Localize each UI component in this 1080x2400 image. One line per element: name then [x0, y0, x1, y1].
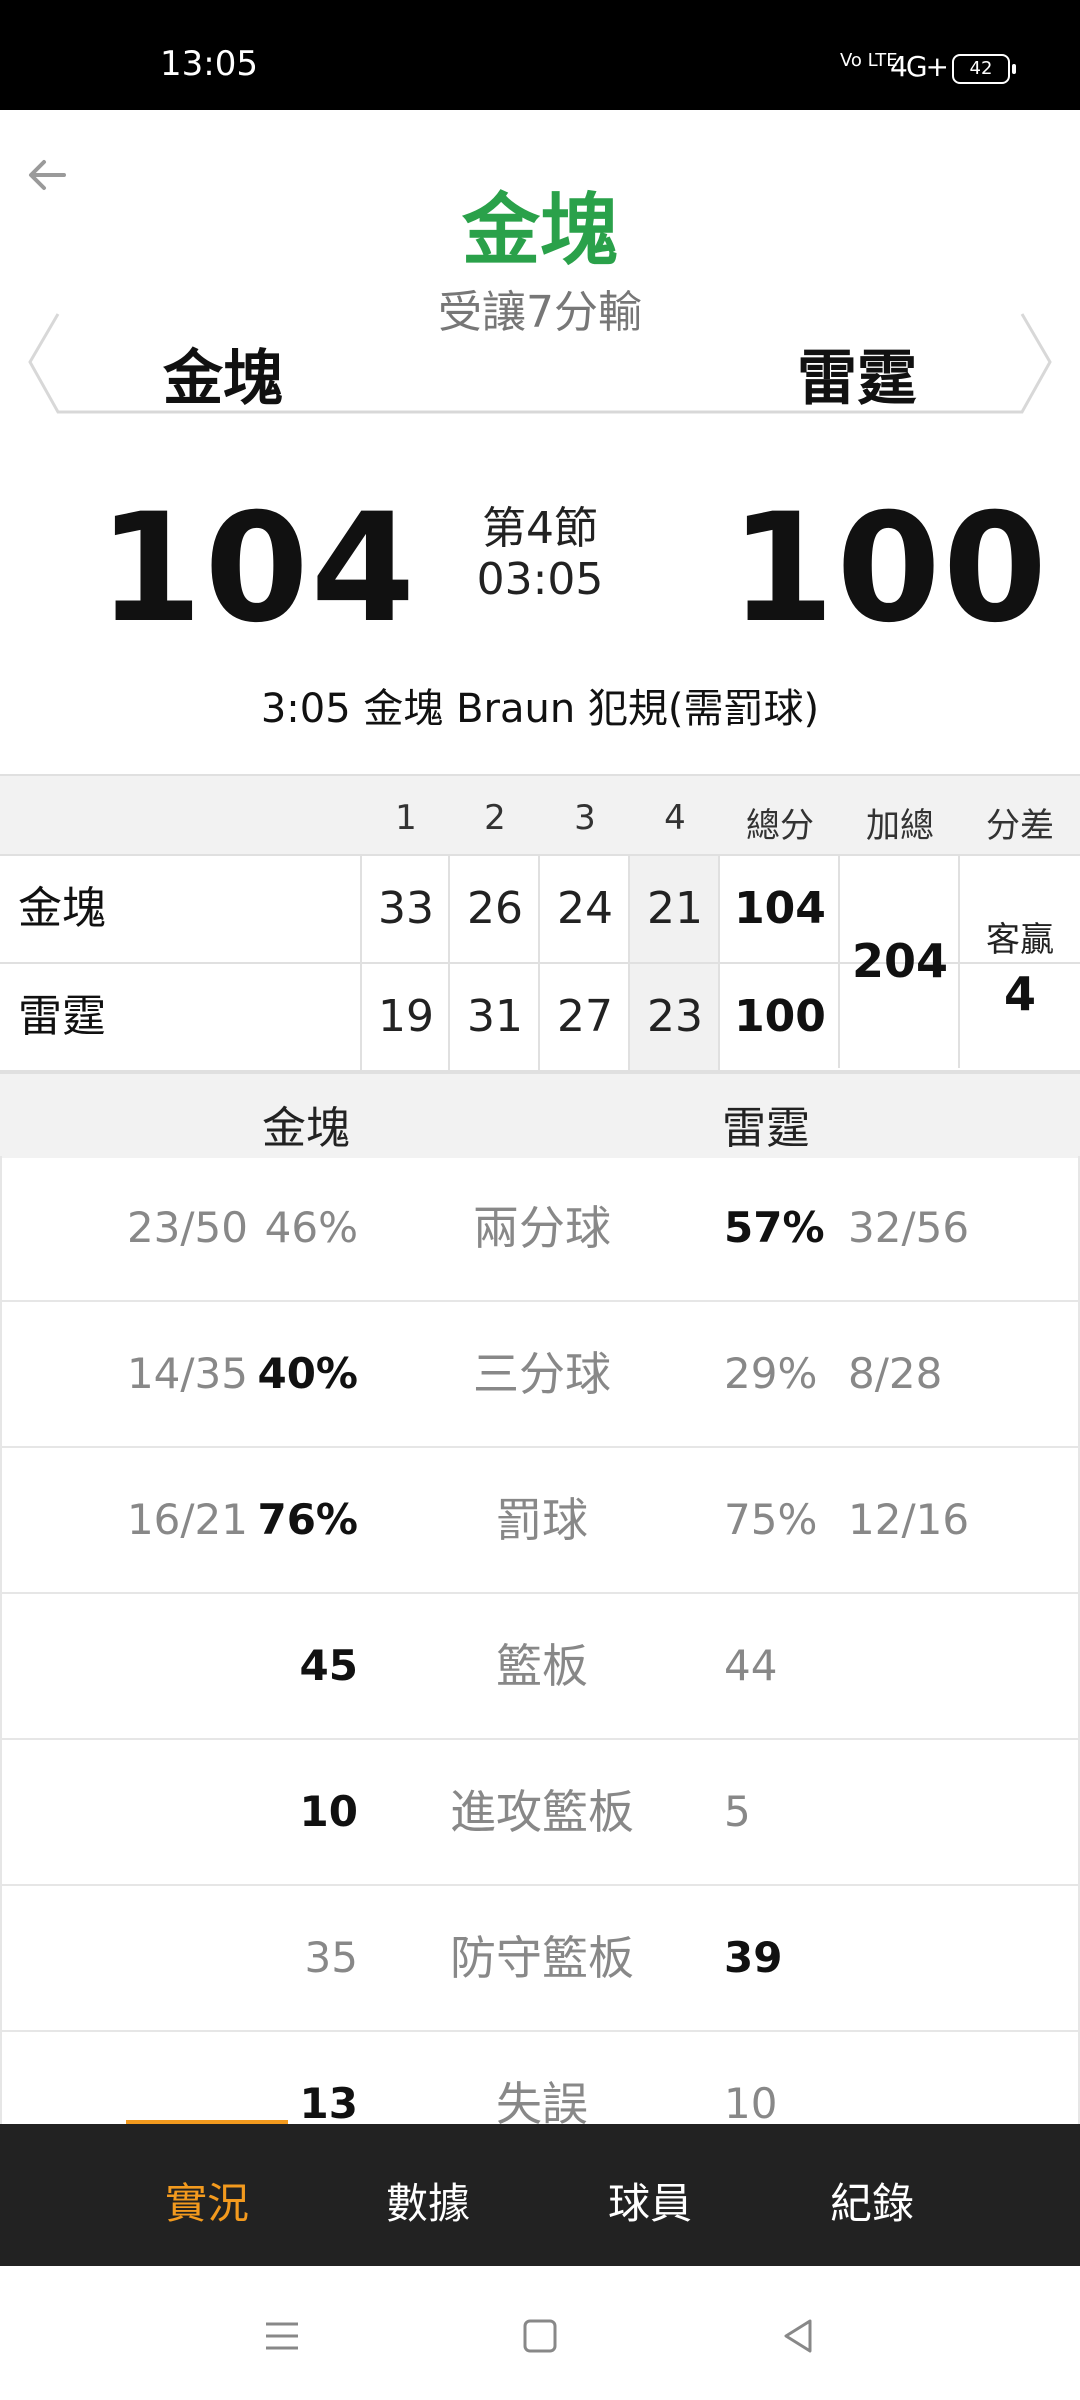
point-diff-value: 4 [1003, 967, 1036, 1021]
stat-right-value: 29% [724, 1349, 818, 1398]
stat-right-fraction: 32/56 [848, 1203, 970, 1252]
stats-team-right: 雷霆 [722, 1103, 810, 1154]
team-left-name: 金塊 [163, 344, 283, 414]
stats-team-left: 金塊 [262, 1103, 350, 1154]
score-right: 100 [730, 482, 1050, 656]
stat-label: 失誤 [496, 2077, 588, 2124]
status-bar: 13:05 Vo LTE 4G+ 42 [0, 0, 1080, 110]
page-title: 金塊 [461, 186, 618, 276]
home-icon[interactable] [520, 2316, 560, 2360]
quarter-header: 4 [664, 798, 686, 838]
stats-list: 23/50 46% 兩分球 57% 32/56 14/35 40% 三分球 29% 8/28 16/… [0, 1156, 1080, 2124]
stat-label: 進攻籃板 [450, 1785, 634, 1839]
quarter-header: 2 [484, 798, 506, 838]
quarter-header-row: 1 2 3 4 總分 加總 分差 [0, 776, 1080, 856]
system-nav-bar [0, 2266, 1080, 2400]
stat-right-value: 57% [724, 1203, 825, 1252]
tab-records[interactable]: 紀錄 [772, 2170, 972, 2231]
total-score: 100 [718, 964, 840, 1070]
tab-live[interactable]: 實況 [107, 2170, 307, 2231]
stat-row: 16/21 76% 罰球 75% 12/16 [0, 1448, 1080, 1594]
total-header: 總分 [746, 806, 814, 846]
point-diff: 客贏 4 [958, 854, 1080, 1068]
quarter-score: 33 [360, 856, 450, 962]
stat-right-value: 39 [724, 1933, 783, 1982]
stat-row: 13 失誤 10 [0, 2032, 1080, 2124]
diff-header: 分差 [986, 806, 1054, 846]
stat-right-fraction: 12/16 [848, 1495, 970, 1544]
battery-icon: 42 [952, 54, 1016, 84]
stat-row: 14/35 40% 三分球 29% 8/28 [0, 1302, 1080, 1448]
stat-row: 45 籃板 44 [0, 1594, 1080, 1740]
team-right-name: 雷霆 [797, 344, 917, 414]
signal-icon: 4G+ [890, 50, 949, 83]
stats-header: 金塊 雷霆 [0, 1072, 1080, 1158]
stat-right-value: 44 [724, 1641, 778, 1690]
stat-row: 35 防守籃板 39 [0, 1886, 1080, 2032]
team-name: 金塊 [18, 883, 106, 934]
total-score: 104 [718, 856, 840, 962]
stat-label: 籃板 [496, 1639, 588, 1693]
combined-total-value: 204 [851, 934, 949, 988]
quarter-score: 23 [628, 964, 720, 1070]
quarter-score: 21 [628, 856, 720, 962]
quarter-score: 19 [360, 964, 450, 1070]
stat-right-value: 75% [724, 1495, 818, 1544]
quarter-score: 24 [538, 856, 630, 962]
stat-right-value: 10 [724, 2079, 778, 2124]
menu-icon[interactable] [262, 2316, 302, 2360]
point-diff-label: 客贏 [986, 920, 1054, 960]
tab-data[interactable]: 數據 [328, 2170, 528, 2231]
stat-right-value: 5 [724, 1787, 751, 1836]
stat-label: 防守籃板 [450, 1931, 634, 1985]
quarter-header: 1 [395, 798, 417, 838]
volte-icon: Vo LTE [840, 50, 898, 71]
status-time: 13:05 [160, 44, 258, 84]
team-banner: 金塊 雷霆 [28, 312, 1052, 414]
bottom-tab-bar: 實況 數據 球員 紀錄 [0, 2124, 1080, 2266]
quarter-score: 26 [448, 856, 540, 962]
back-icon[interactable] [778, 2316, 818, 2360]
stat-row: 23/50 46% 兩分球 57% 32/56 [0, 1156, 1080, 1302]
quarter-header: 3 [574, 798, 596, 838]
team-name: 雷霆 [18, 991, 106, 1042]
tab-players[interactable]: 球員 [550, 2170, 750, 2231]
last-event: 3:05 金塊 Braun 犯規(需罰球) [260, 686, 820, 732]
quarter-score: 27 [538, 964, 630, 1070]
combined-total: 204 [838, 854, 960, 1068]
quarter-score-table: 1 2 3 4 總分 加總 分差 金塊 33 26 24 21 104 雷霆 1… [0, 774, 1080, 1072]
combined-header: 加總 [866, 806, 934, 846]
quarter-score: 31 [448, 964, 540, 1070]
stat-right-fraction: 8/28 [848, 1349, 943, 1398]
stat-row: 10 進攻籃板 5 [0, 1740, 1080, 1886]
